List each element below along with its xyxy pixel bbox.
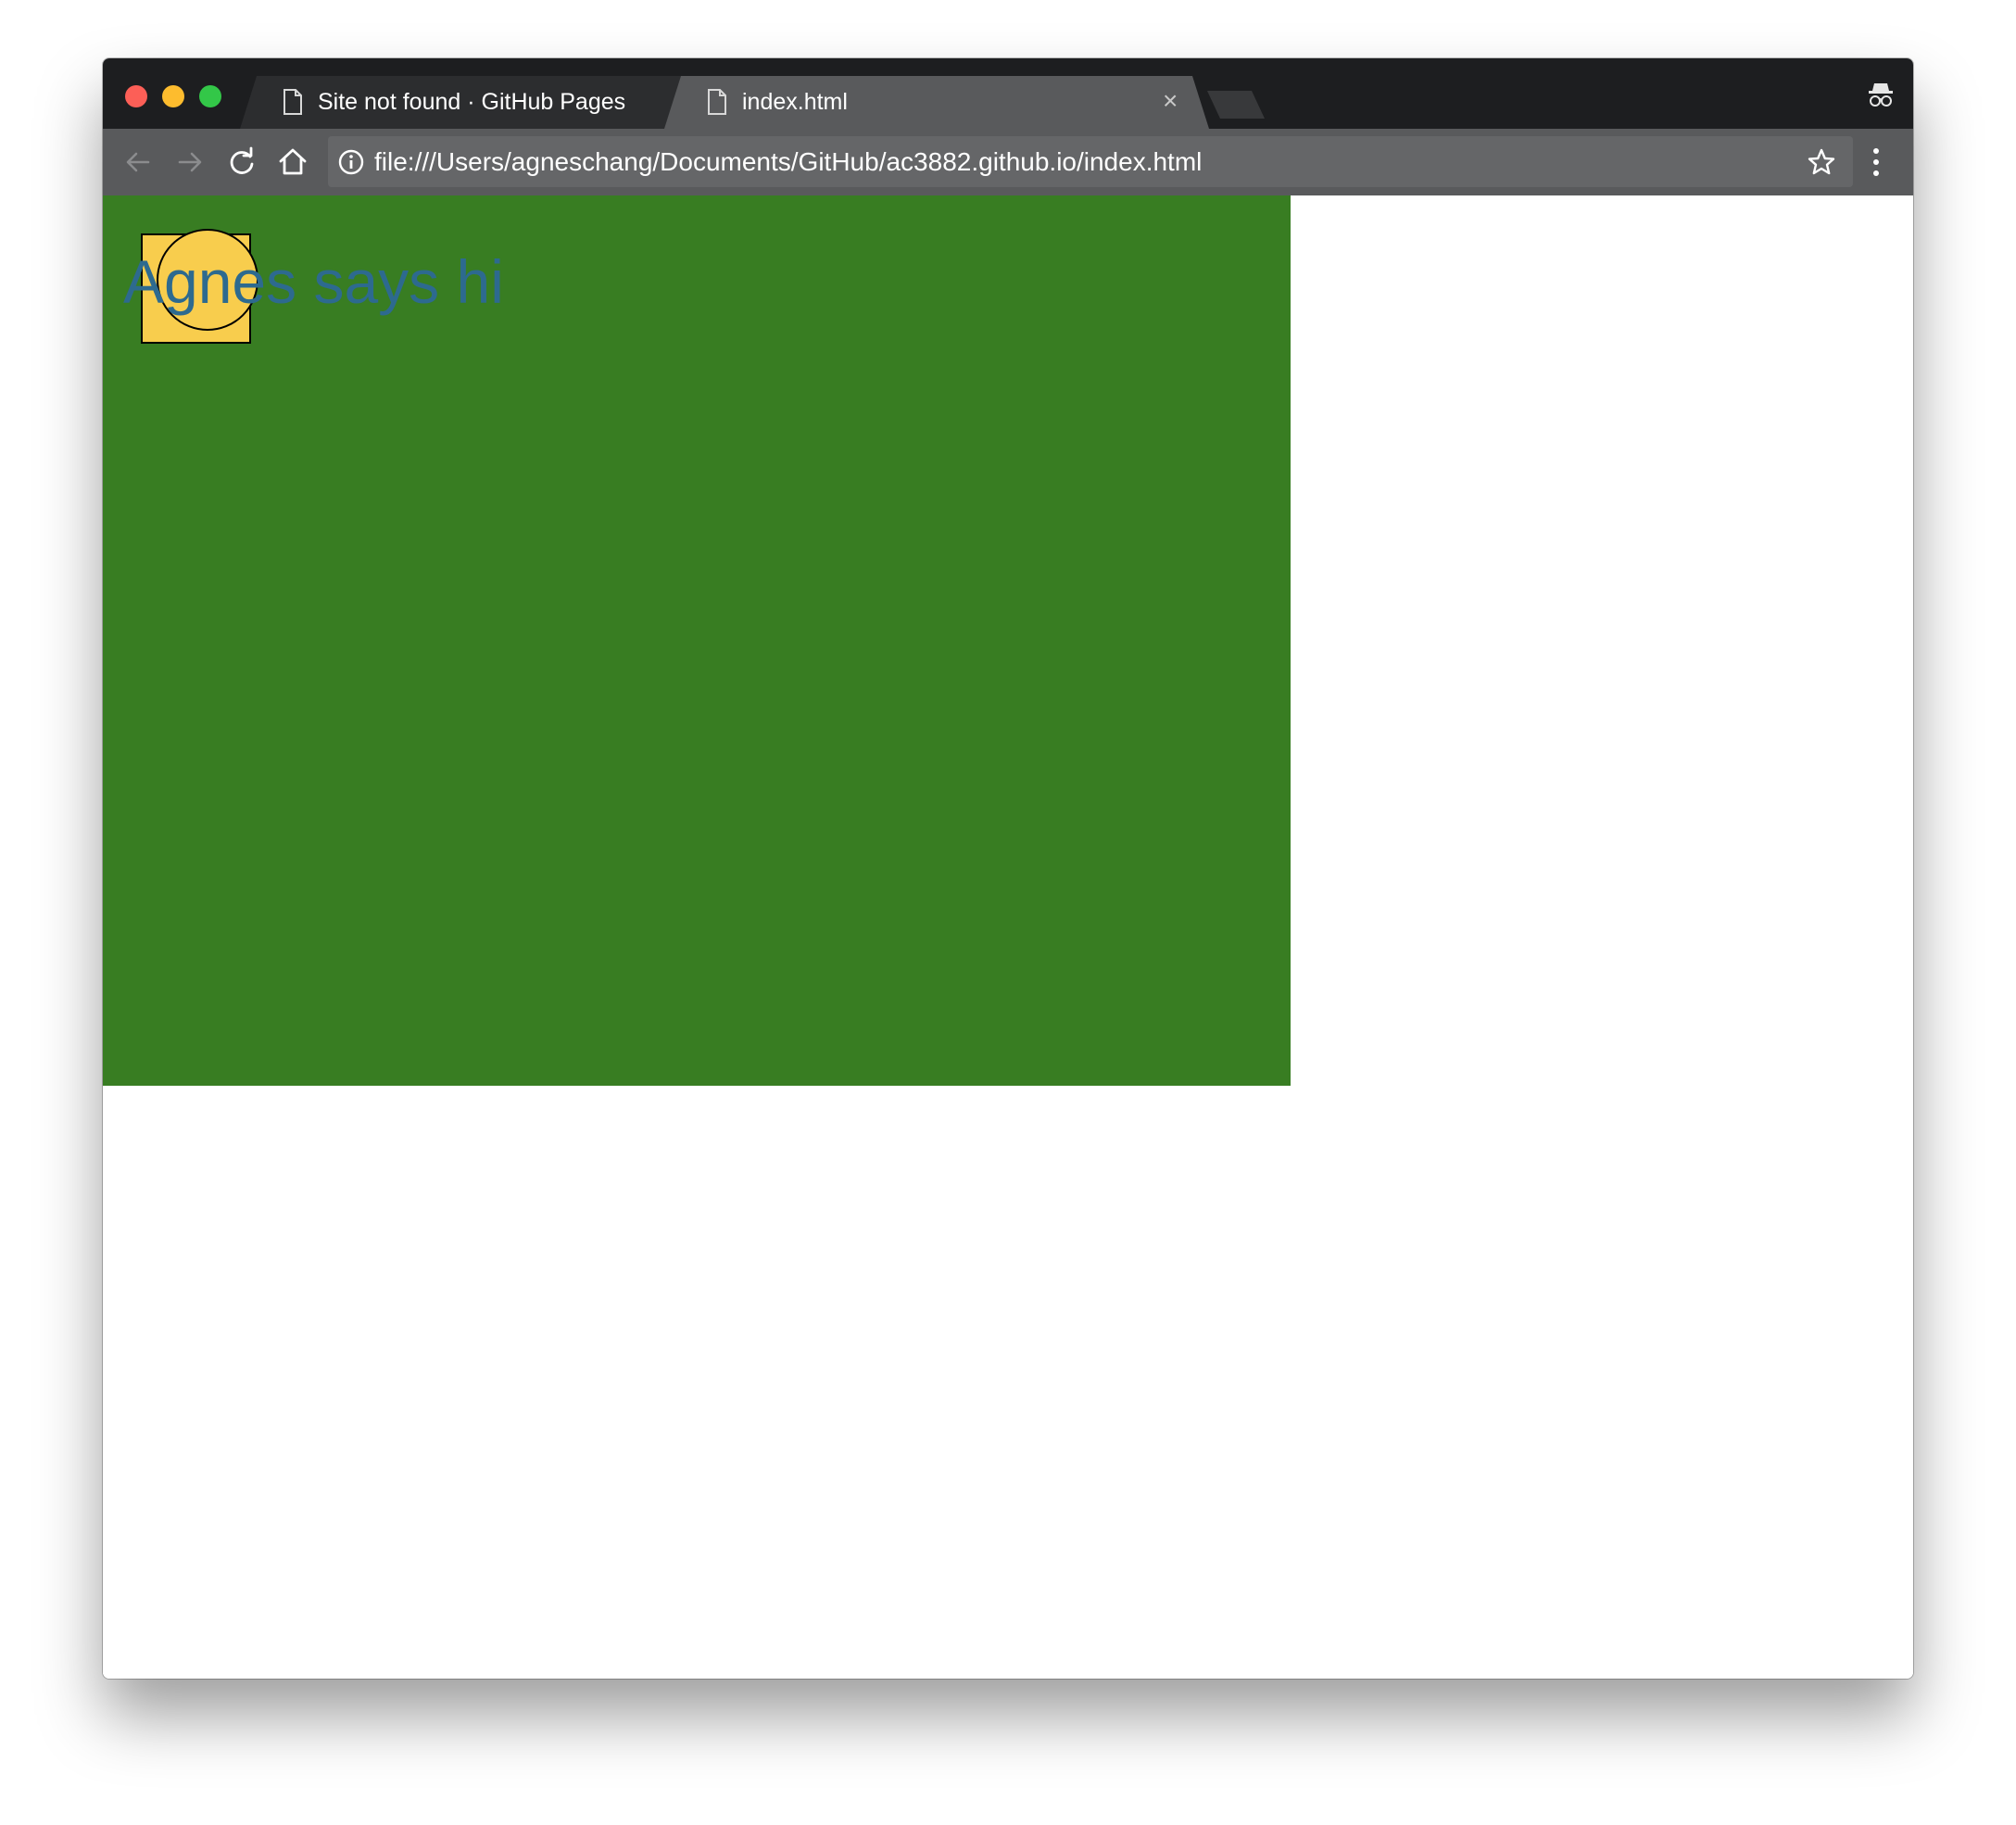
close-window-button[interactable] <box>125 85 147 107</box>
address-bar[interactable]: file:///Users/agneschang/Documents/GitHu… <box>328 136 1853 187</box>
toolbar: file:///Users/agneschang/Documents/GitHu… <box>103 129 1913 195</box>
info-icon[interactable] <box>337 148 365 181</box>
zoom-window-button[interactable] <box>199 85 221 107</box>
green-canvas <box>103 195 1291 1086</box>
home-icon[interactable] <box>276 145 309 179</box>
title-bar: Site not found · GitHub Pages × index.ht… <box>103 58 1913 129</box>
tab-index-html[interactable]: index.html × <box>664 76 1209 129</box>
browser-window: Site not found · GitHub Pages × index.ht… <box>103 58 1913 1679</box>
page-icon <box>283 89 303 121</box>
close-tab-icon[interactable]: × <box>1163 86 1178 116</box>
star-icon[interactable] <box>1807 147 1836 182</box>
incognito-icon <box>1867 81 1895 113</box>
new-tab-button[interactable] <box>1207 91 1265 119</box>
minimize-window-button[interactable] <box>162 85 184 107</box>
menu-dots-icon[interactable] <box>1871 145 1882 183</box>
page-icon <box>707 89 727 121</box>
reload-icon[interactable] <box>225 145 258 179</box>
url-text[interactable]: file:///Users/agneschang/Documents/GitHu… <box>374 147 1202 177</box>
tab-title: Site not found · GitHub Pages <box>318 89 626 115</box>
tab-title: index.html <box>742 89 848 115</box>
page-heading: Agnes says hi <box>123 247 504 316</box>
arrow-left-icon[interactable] <box>121 145 155 179</box>
arrow-right-icon[interactable] <box>173 145 207 179</box>
page-viewport: Agnes says hi <box>103 195 1913 1679</box>
